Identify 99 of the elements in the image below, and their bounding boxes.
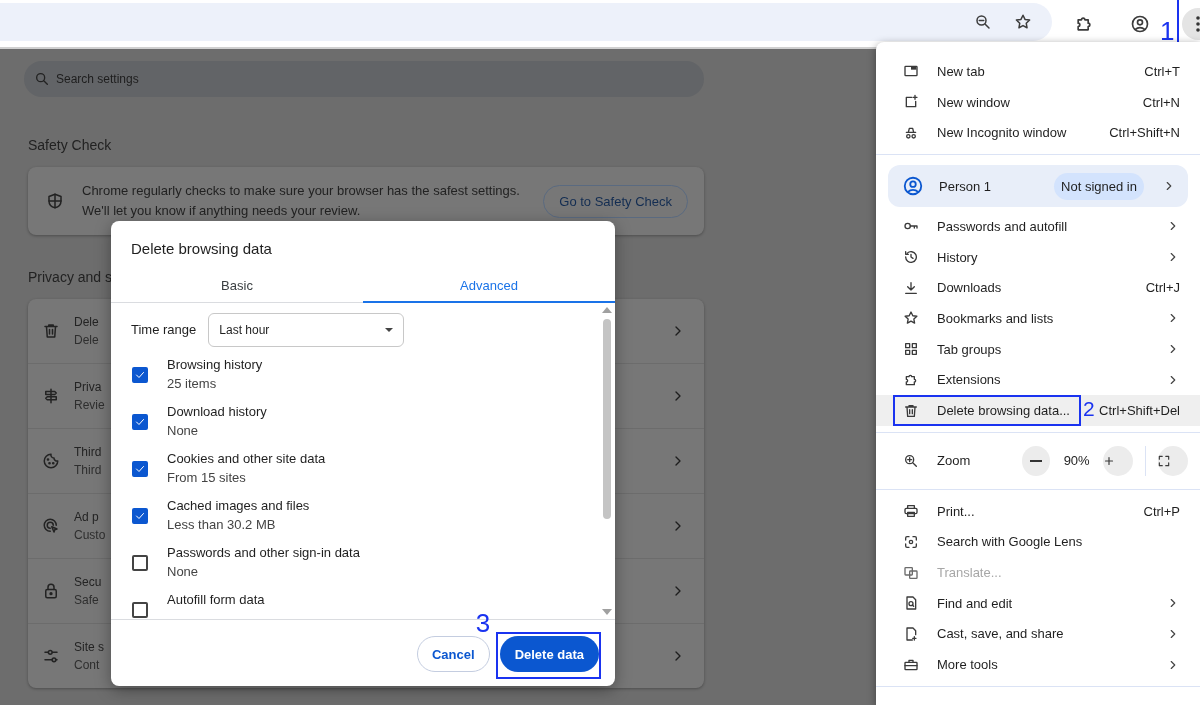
- step-number: 2: [1083, 398, 1095, 420]
- menu-item[interactable]: Find and edit: [876, 587, 1200, 619]
- search-icon: [34, 71, 50, 87]
- delete-data-button[interactable]: Delete data: [499, 636, 599, 673]
- checkbox[interactable]: [132, 554, 148, 571]
- option-label: Download history: [167, 403, 267, 419]
- setting-title: Dele: [74, 315, 99, 329]
- option-detail: 25 items: [167, 375, 217, 391]
- star-icon: [903, 310, 919, 327]
- zoom-label: Zoom: [937, 453, 972, 469]
- more-icon: [1196, 15, 1200, 32]
- option-detail: None: [167, 422, 199, 438]
- download-icon: [903, 279, 919, 296]
- profile-menu-item[interactable]: Person 1 Not signed in: [888, 165, 1188, 208]
- profile-icon: [1130, 13, 1150, 34]
- menu-item[interactable]: Extensions: [876, 364, 1200, 396]
- tab[interactable]: Advanced: [363, 270, 615, 303]
- shortcut-text: Ctrl+N: [1142, 94, 1180, 110]
- lock-icon: [42, 582, 60, 600]
- tab[interactable]: Basic: [111, 270, 363, 303]
- scrollbar[interactable]: [602, 306, 612, 616]
- setting-title: Priva: [74, 380, 102, 394]
- shortcut-text: Ctrl+Shift+N: [1109, 125, 1180, 141]
- menu-item[interactable]: Search with Google Lens: [876, 526, 1200, 558]
- checkbox[interactable]: [132, 413, 148, 430]
- option-label: Cached images and files: [167, 497, 310, 513]
- menu-item[interactable]: New tab Ctrl+T: [876, 56, 1200, 87]
- option-label: Cookies and other site data: [167, 450, 326, 466]
- option-label: Autofill form data: [167, 591, 265, 607]
- time-range-label: Time range: [131, 322, 197, 338]
- section-heading: Privacy and s: [28, 269, 114, 285]
- checkbox[interactable]: [132, 460, 148, 477]
- option-detail: From 15 sites: [167, 469, 246, 485]
- shortcut-text: Ctrl+P: [1143, 503, 1180, 519]
- search-field[interactable]: Search settings: [24, 61, 704, 97]
- setting-description: Cont: [74, 658, 100, 672]
- profile-name: Person 1: [939, 178, 992, 194]
- step-number: 3: [475, 610, 491, 637]
- menu-item[interactable]: Passwords and autofill: [876, 211, 1200, 242]
- menu-item[interactable]: New window Ctrl+N: [876, 86, 1200, 118]
- setting-description: Safe: [74, 593, 99, 607]
- menu-item[interactable]: Bookmarks and lists: [876, 303, 1200, 334]
- shortcut-text: Ctrl+T: [1144, 63, 1180, 79]
- star-icon: [1014, 12, 1032, 31]
- file-plus-icon: [903, 625, 919, 642]
- printer-icon: [903, 503, 919, 520]
- shortcut-text: Ctrl+J: [1145, 280, 1180, 296]
- profile-icon: [902, 175, 924, 198]
- sign-in-status: Not signed in: [1054, 172, 1144, 200]
- setting-description: Dele: [74, 333, 99, 347]
- setting-description: Third: [74, 463, 102, 477]
- history-icon: [903, 249, 919, 266]
- safety-check-text: Chrome regularly checks to make sure your browser has the safest settings. We'll let you know if anything needs your review.: [82, 182, 521, 220]
- menu-item[interactable]: Print... Ctrl+P: [876, 495, 1200, 527]
- shield-icon: [46, 192, 64, 210]
- menu-item[interactable]: Downloads Ctrl+J: [876, 272, 1200, 304]
- fullscreen-button[interactable]: [1158, 445, 1188, 476]
- setting-description: Custo: [74, 528, 106, 542]
- step-number: 1: [1160, 17, 1175, 44]
- option-detail: Less than 30.2 MB: [167, 516, 276, 532]
- section-heading: Safety Check: [28, 137, 113, 153]
- zoom-in-icon: [903, 452, 919, 469]
- lens-icon: [903, 533, 919, 550]
- shortcut-text: Ctrl+Shift+Del: [1099, 403, 1180, 419]
- menu-item[interactable]: More tools: [876, 649, 1200, 680]
- checkbox[interactable]: [132, 366, 148, 383]
- checkbox[interactable]: [132, 601, 148, 618]
- menu-item[interactable]: Tab groups: [876, 333, 1200, 365]
- minus-icon: [1030, 459, 1043, 462]
- dialog-title: Delete browsing data: [130, 239, 273, 259]
- find-icon: [903, 595, 919, 612]
- menu-item[interactable]: Delete browsing data... 2 Ctrl+Shift+Del: [876, 395, 1200, 426]
- option-label: Passwords and other sign-in data: [167, 544, 360, 560]
- fullscreen-icon: [1157, 453, 1171, 468]
- setting-description: Revie: [74, 398, 105, 412]
- zoom-out-button[interactable]: [1021, 445, 1051, 476]
- menu-item[interactable]: Cast, save, and share: [876, 618, 1200, 650]
- setting-title: Secu: [74, 575, 102, 589]
- cancel-button[interactable]: Cancel: [417, 636, 490, 673]
- trash-icon: [903, 402, 919, 419]
- setting-title: Site s: [74, 640, 104, 654]
- sliders-icon: [42, 647, 60, 665]
- target-cursor-icon: [42, 517, 60, 535]
- option-label: Browsing history: [167, 356, 263, 372]
- menu-item[interactable]: New Incognito window Ctrl+Shift+N: [876, 117, 1200, 149]
- zoom-in-button[interactable]: [1103, 445, 1134, 476]
- zoom-out-icon: [974, 12, 992, 31]
- option-detail: None: [167, 563, 199, 579]
- checkbox[interactable]: [132, 507, 148, 524]
- translate-icon: [903, 564, 919, 581]
- menu-item[interactable]: History: [876, 241, 1200, 273]
- signpost-icon: [42, 387, 60, 405]
- time-range-dropdown[interactable]: Last hour: [208, 312, 405, 347]
- grid-icon: [903, 341, 919, 358]
- setting-title: Third: [74, 445, 102, 459]
- zoom-level: 90%: [1062, 453, 1091, 469]
- trash-icon: [42, 322, 60, 340]
- cookie-icon: [42, 452, 60, 470]
- setting-title: Ad p: [74, 510, 99, 524]
